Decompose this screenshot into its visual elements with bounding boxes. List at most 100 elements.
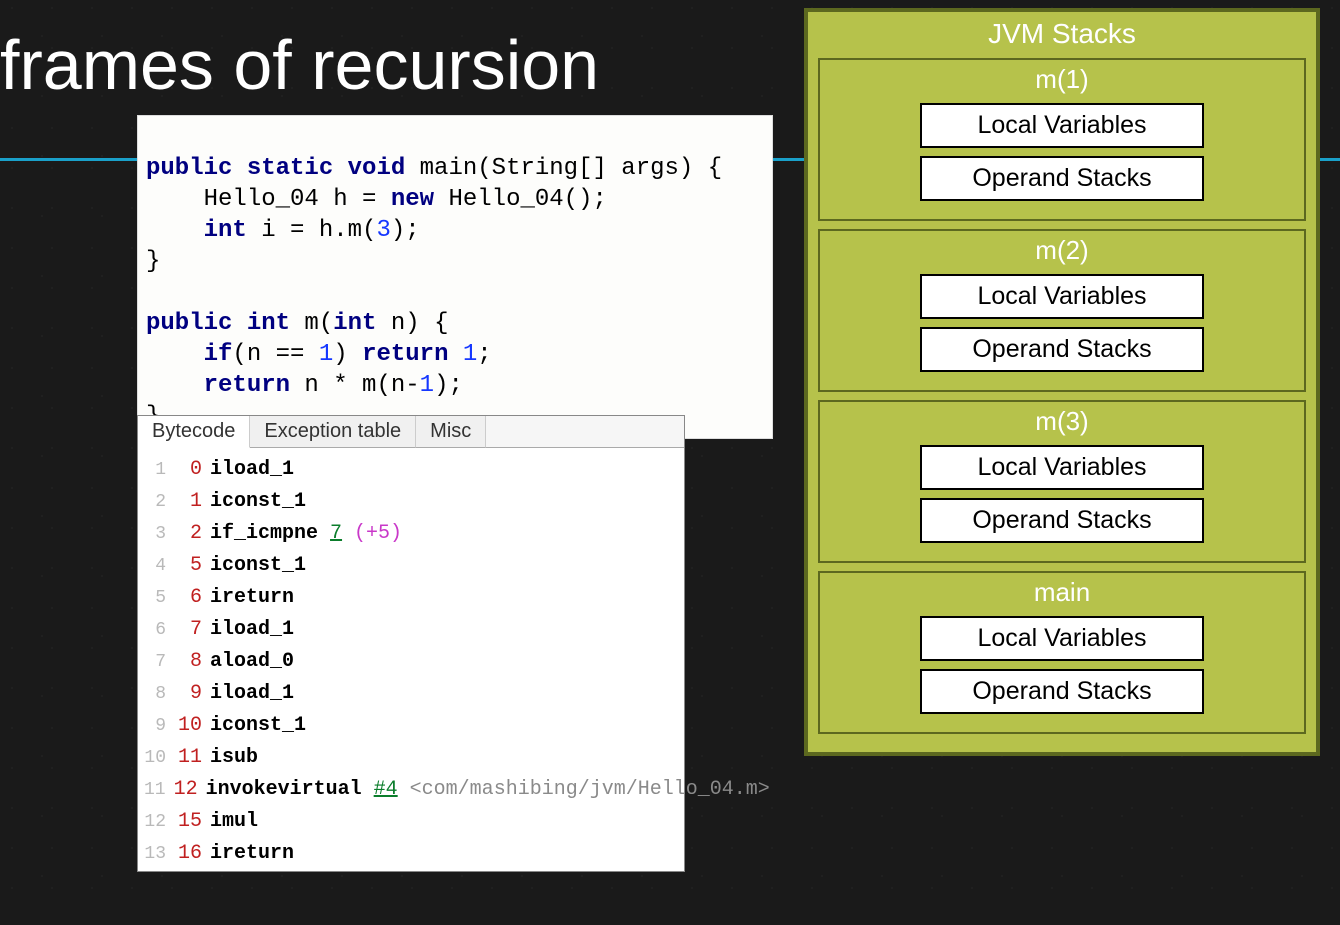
local-variables-box: Local Variables bbox=[920, 103, 1204, 148]
code-kw: if bbox=[146, 341, 232, 368]
bytecode-offset: 0 bbox=[174, 454, 202, 486]
bytecode-offset: 16 bbox=[174, 838, 202, 870]
bytecode-opcode: imul bbox=[210, 806, 258, 838]
bytecode-line-number: 6 bbox=[144, 614, 166, 646]
code-text: ; bbox=[477, 341, 491, 368]
bytecode-ref: 7 bbox=[330, 518, 342, 550]
bytecode-tabs: Bytecode Exception table Misc bbox=[138, 416, 684, 448]
bytecode-comment: <com/mashibing/jvm/Hello_04.m> bbox=[398, 774, 770, 806]
bytecode-row: 21iconst_1 bbox=[144, 486, 678, 518]
bytecode-row: 1316ireturn bbox=[144, 838, 678, 870]
bytecode-row: 1011isub bbox=[144, 742, 678, 774]
bytecode-opcode: iconst_1 bbox=[210, 486, 306, 518]
code-kw: return bbox=[146, 372, 290, 399]
bytecode-offset: 12 bbox=[174, 774, 198, 806]
code-text: (n == bbox=[232, 341, 318, 368]
stack-frame-title: m(2) bbox=[822, 235, 1302, 266]
bytecode-row: 56ireturn bbox=[144, 582, 678, 614]
bytecode-offset: 5 bbox=[174, 550, 202, 582]
bytecode-opcode: aload_0 bbox=[210, 646, 294, 678]
bytecode-line-number: 4 bbox=[144, 550, 166, 582]
bytecode-offset: 11 bbox=[174, 742, 202, 774]
operand-stacks-box: Operand Stacks bbox=[920, 156, 1204, 201]
bytecode-row: 910iconst_1 bbox=[144, 710, 678, 742]
bytecode-opcode: ireturn bbox=[210, 582, 294, 614]
stack-frame-title: m(3) bbox=[822, 406, 1302, 437]
stack-frame-title: m(1) bbox=[822, 64, 1302, 95]
bytecode-row: 1112invokevirtual #4 <com/mashibing/jvm/… bbox=[144, 774, 678, 806]
code-kw: int bbox=[333, 310, 376, 337]
bytecode-opcode: iconst_1 bbox=[210, 710, 306, 742]
bytecode-offset: 6 bbox=[174, 582, 202, 614]
bytecode-line-number: 2 bbox=[144, 486, 166, 518]
code-num: 1 bbox=[319, 341, 333, 368]
stack-frame: m(2) Local Variables Operand Stacks bbox=[818, 229, 1306, 392]
code-kw: public bbox=[146, 310, 232, 337]
operand-stacks-box: Operand Stacks bbox=[920, 498, 1204, 543]
bytecode-listing: 10iload_121iconst_132if_icmpne 7 (+5)45i… bbox=[138, 448, 684, 876]
bytecode-opcode: isub bbox=[210, 742, 258, 774]
code-text bbox=[448, 341, 462, 368]
bytecode-opcode: iconst_1 bbox=[210, 550, 306, 582]
tab-exception-table[interactable]: Exception table bbox=[250, 416, 416, 448]
bytecode-panel: Bytecode Exception table Misc 10 iload_1 2… bbox=[137, 415, 685, 872]
code-text: Hello_04 h = bbox=[146, 186, 391, 213]
code-num: 1 bbox=[463, 341, 477, 368]
tab-bytecode[interactable]: Bytecode bbox=[138, 416, 250, 448]
stack-frame-title: main bbox=[822, 577, 1302, 608]
bytecode-ref: #4 bbox=[374, 774, 398, 806]
bytecode-line-number: 9 bbox=[144, 710, 166, 742]
bytecode-row: 78aload_0 bbox=[144, 646, 678, 678]
local-variables-box: Local Variables bbox=[920, 445, 1204, 490]
bytecode-note: (+5) bbox=[342, 518, 402, 550]
tab-misc[interactable]: Misc bbox=[416, 416, 486, 448]
code-text: i = h.m( bbox=[247, 217, 377, 244]
bytecode-opcode: ireturn bbox=[210, 838, 294, 870]
bytecode-row: 67iload_1 bbox=[144, 614, 678, 646]
code-text: } bbox=[146, 248, 160, 275]
code-text: ); bbox=[434, 372, 463, 399]
code-text: m( bbox=[290, 310, 333, 337]
bytecode-line-number: 11 bbox=[144, 774, 166, 806]
stack-frame: m(1) Local Variables Operand Stacks bbox=[818, 58, 1306, 221]
local-variables-box: Local Variables bbox=[920, 274, 1204, 319]
bytecode-opcode: if_icmpne bbox=[210, 518, 330, 550]
stack-frame: main Local Variables Operand Stacks bbox=[818, 571, 1306, 734]
code-text: n * m(n- bbox=[290, 372, 420, 399]
bytecode-line-number: 13 bbox=[144, 838, 166, 870]
code-text: ) bbox=[333, 341, 362, 368]
bytecode-offset: 1 bbox=[174, 486, 202, 518]
bytecode-row: 45iconst_1 bbox=[144, 550, 678, 582]
bytecode-line-number: 8 bbox=[144, 678, 166, 710]
bytecode-row: 1215imul bbox=[144, 806, 678, 838]
code-text: Hello_04(); bbox=[434, 186, 607, 213]
code-kw: int bbox=[146, 217, 247, 244]
code-num: 1 bbox=[420, 372, 434, 399]
code-text: n) { bbox=[376, 310, 448, 337]
bytecode-line-number: 5 bbox=[144, 582, 166, 614]
bytecode-opcode: iload_1 bbox=[210, 678, 294, 710]
code-text: main(String[] args) { bbox=[405, 155, 722, 182]
bytecode-line-number: 12 bbox=[144, 806, 166, 838]
slide-title: frames of recursion bbox=[0, 25, 599, 105]
code-num: 3 bbox=[376, 217, 390, 244]
bytecode-opcode: iload_1 bbox=[210, 614, 294, 646]
jvm-stacks-panel: JVM Stacks m(1)Local VariablesOperand St… bbox=[804, 8, 1320, 756]
operand-stacks-box: Operand Stacks bbox=[920, 669, 1204, 714]
bytecode-offset: 9 bbox=[174, 678, 202, 710]
code-text: ); bbox=[391, 217, 420, 244]
stack-frame: m(3) Local Variables Operand Stacks bbox=[818, 400, 1306, 563]
bytecode-line-number: 7 bbox=[144, 646, 166, 678]
bytecode-line-number: 1 bbox=[144, 454, 166, 486]
bytecode-line-number: 10 bbox=[144, 742, 166, 774]
bytecode-offset: 2 bbox=[174, 518, 202, 550]
local-variables-box: Local Variables bbox=[920, 616, 1204, 661]
bytecode-opcode: invokevirtual bbox=[206, 774, 374, 806]
code-kw: int bbox=[232, 310, 290, 337]
bytecode-row: 89iload_1 bbox=[144, 678, 678, 710]
operand-stacks-box: Operand Stacks bbox=[920, 327, 1204, 372]
code-kw: new bbox=[391, 186, 434, 213]
bytecode-row: 32if_icmpne 7 (+5) bbox=[144, 518, 678, 550]
bytecode-offset: 7 bbox=[174, 614, 202, 646]
code-kw: return bbox=[362, 341, 448, 368]
